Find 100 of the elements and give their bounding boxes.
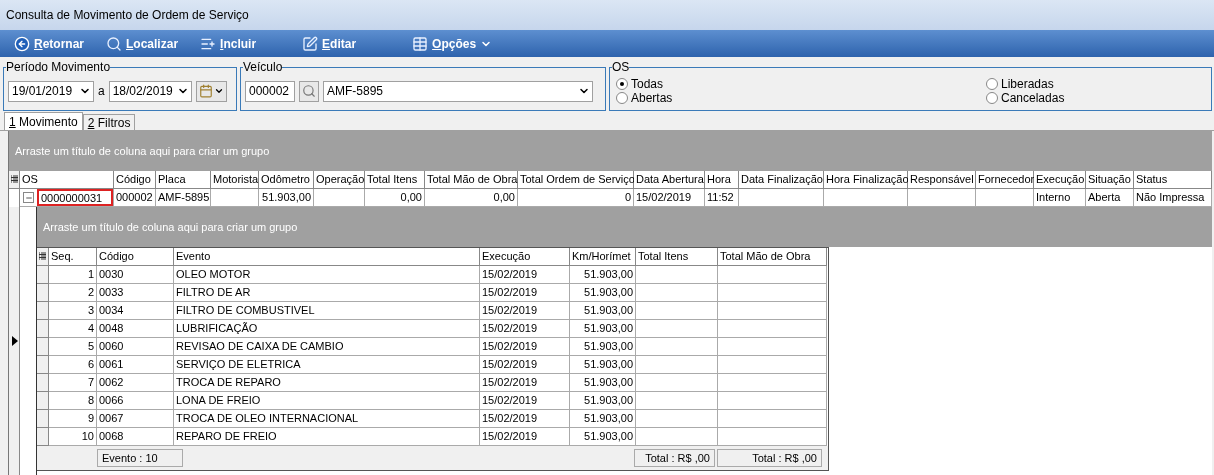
- column-header[interactable]: Evento: [174, 248, 480, 266]
- table-cell: TROCA DE REPARO: [174, 374, 480, 392]
- table-cell: 15/02/2019: [480, 410, 570, 428]
- radio-option[interactable]: Canceladas: [986, 91, 1186, 105]
- radio-icon[interactable]: [616, 78, 628, 90]
- column-header[interactable]: Odômetro: [259, 171, 314, 189]
- column-header[interactable]: Total Itens: [636, 248, 718, 266]
- table-cell: TROCA DE OLEO INTERNACIONAL: [174, 410, 480, 428]
- row-indicator[interactable]: [37, 374, 49, 392]
- table-cell: 51.903,00: [570, 356, 636, 374]
- column-header[interactable]: Motorista: [211, 171, 259, 189]
- collapse-button[interactable]: [23, 192, 34, 203]
- row-indicator[interactable]: [37, 410, 49, 428]
- date-from-field[interactable]: 19/01/2019: [8, 80, 94, 102]
- table-cell: 15/02/2019: [480, 266, 570, 284]
- column-header[interactable]: Total Mão de Obra: [425, 171, 518, 189]
- table-cell: LUBRIFICAÇÃO: [174, 320, 480, 338]
- dropdown-icon: [213, 86, 224, 96]
- table-cell: REVISAO DE CAIXA DE CAMBIO: [174, 338, 480, 356]
- search-icon: [106, 35, 122, 52]
- range-separator: a: [98, 84, 105, 98]
- table-cell: 51.903,00: [570, 320, 636, 338]
- plate-field[interactable]: AMF-5895: [323, 80, 593, 102]
- toolbar-button[interactable]: Opções: [408, 35, 497, 52]
- toolbar-button[interactable]: Incluir: [196, 35, 261, 52]
- table-cell: 8: [49, 392, 97, 410]
- table-cell: 0030: [97, 266, 174, 284]
- radio-icon[interactable]: [616, 92, 628, 104]
- row-indicator[interactable]: [37, 302, 49, 320]
- column-header[interactable]: Total Ordem de Serviço: [518, 171, 634, 189]
- column-header[interactable]: Data Abertura: [634, 171, 705, 189]
- table-cell: 0033: [97, 284, 174, 302]
- window-title: Consulta de Movimento de Ordem de Serviço: [0, 0, 1214, 30]
- column-header[interactable]: Data Finalização: [739, 171, 824, 189]
- calendar-icon: [198, 84, 213, 98]
- table-cell: 51.903,00: [570, 266, 636, 284]
- table-cell: 0061: [97, 356, 174, 374]
- table-cell: 51.903,00: [570, 374, 636, 392]
- table-cell: FILTRO DE COMBUSTIVEL: [174, 302, 480, 320]
- column-header[interactable]: Execução: [480, 248, 570, 266]
- search-button[interactable]: [299, 80, 319, 102]
- column-header[interactable]: Total Itens: [365, 171, 425, 189]
- table-cell: 2: [49, 284, 97, 302]
- os-number: 0000000031: [37, 189, 113, 206]
- group-title: OS: [612, 60, 630, 74]
- table-cell: 15/02/2019: [480, 284, 570, 302]
- column-header[interactable]: Operação: [314, 171, 365, 189]
- column-header[interactable]: Execução: [1034, 171, 1086, 189]
- column-header[interactable]: Placa: [156, 171, 211, 189]
- column-header[interactable]: Hora Finalização: [824, 171, 908, 189]
- calendar-button[interactable]: [195, 80, 227, 102]
- edit-icon: [302, 35, 319, 52]
- radio-option[interactable]: Liberadas: [986, 77, 1186, 91]
- radio-icon[interactable]: [986, 78, 998, 90]
- column-chooser-button[interactable]: [37, 248, 49, 266]
- toolbar-button[interactable]: Retornar: [10, 35, 88, 52]
- table-cell: 51.903,00: [570, 284, 636, 302]
- column-header[interactable]: Hora: [705, 171, 739, 189]
- radio-option[interactable]: Todas: [616, 77, 986, 91]
- column-header[interactable]: Km/Horímet: [570, 248, 636, 266]
- row-indicator[interactable]: [37, 392, 49, 410]
- row-indicator[interactable]: [37, 356, 49, 374]
- tab[interactable]: 2 Filtros: [82, 114, 136, 130]
- radio-option[interactable]: Abertas: [616, 91, 986, 105]
- toolbar-button[interactable]: Localizar: [102, 35, 183, 52]
- search-icon: [302, 84, 316, 98]
- column-header[interactable]: Responsável: [908, 171, 976, 189]
- table-cell: 0048: [97, 320, 174, 338]
- summary-count: Evento : 10: [97, 449, 183, 467]
- radio-icon[interactable]: [986, 92, 998, 104]
- table-cell: 7: [49, 374, 97, 392]
- table-cell: 5: [49, 338, 97, 356]
- tab[interactable]: 1 Movimento: [4, 112, 83, 130]
- row-indicator[interactable]: [37, 284, 49, 302]
- row-indicator[interactable]: [37, 428, 49, 446]
- column-header[interactable]: Fornecedor: [976, 171, 1034, 189]
- date-to-field[interactable]: 18/02/2019: [108, 80, 192, 102]
- vehicle-code-field[interactable]: 000002: [245, 80, 295, 102]
- table-cell: 15/02/2019: [480, 338, 570, 356]
- table-cell: 0060: [97, 338, 174, 356]
- column-header[interactable]: OS: [20, 171, 114, 189]
- column-header[interactable]: Código: [114, 171, 156, 189]
- column-header[interactable]: Total Mão de Obra: [718, 248, 827, 266]
- column-header[interactable]: Seq.: [49, 248, 97, 266]
- table-cell: OLEO MOTOR: [174, 266, 480, 284]
- toolbar-button[interactable]: Editar: [298, 35, 361, 52]
- row-indicator[interactable]: [37, 320, 49, 338]
- table-cell: 15/02/2019: [480, 320, 570, 338]
- table-cell: 0034: [97, 302, 174, 320]
- table-icon: [412, 35, 429, 52]
- table-cell: 51.903,00: [570, 302, 636, 320]
- column-header[interactable]: Situação: [1086, 171, 1134, 189]
- group-title: Veículo: [243, 60, 283, 74]
- table-cell: 15/02/2019: [480, 374, 570, 392]
- table-cell: 51.903,00: [570, 410, 636, 428]
- column-header[interactable]: Código: [97, 248, 174, 266]
- row-indicator[interactable]: [37, 338, 49, 356]
- group-hint: Arraste um título de coluna aqui para criar um grupo: [37, 207, 1212, 247]
- column-header[interactable]: Status: [1134, 171, 1212, 189]
- list-icon: [10, 175, 18, 184]
